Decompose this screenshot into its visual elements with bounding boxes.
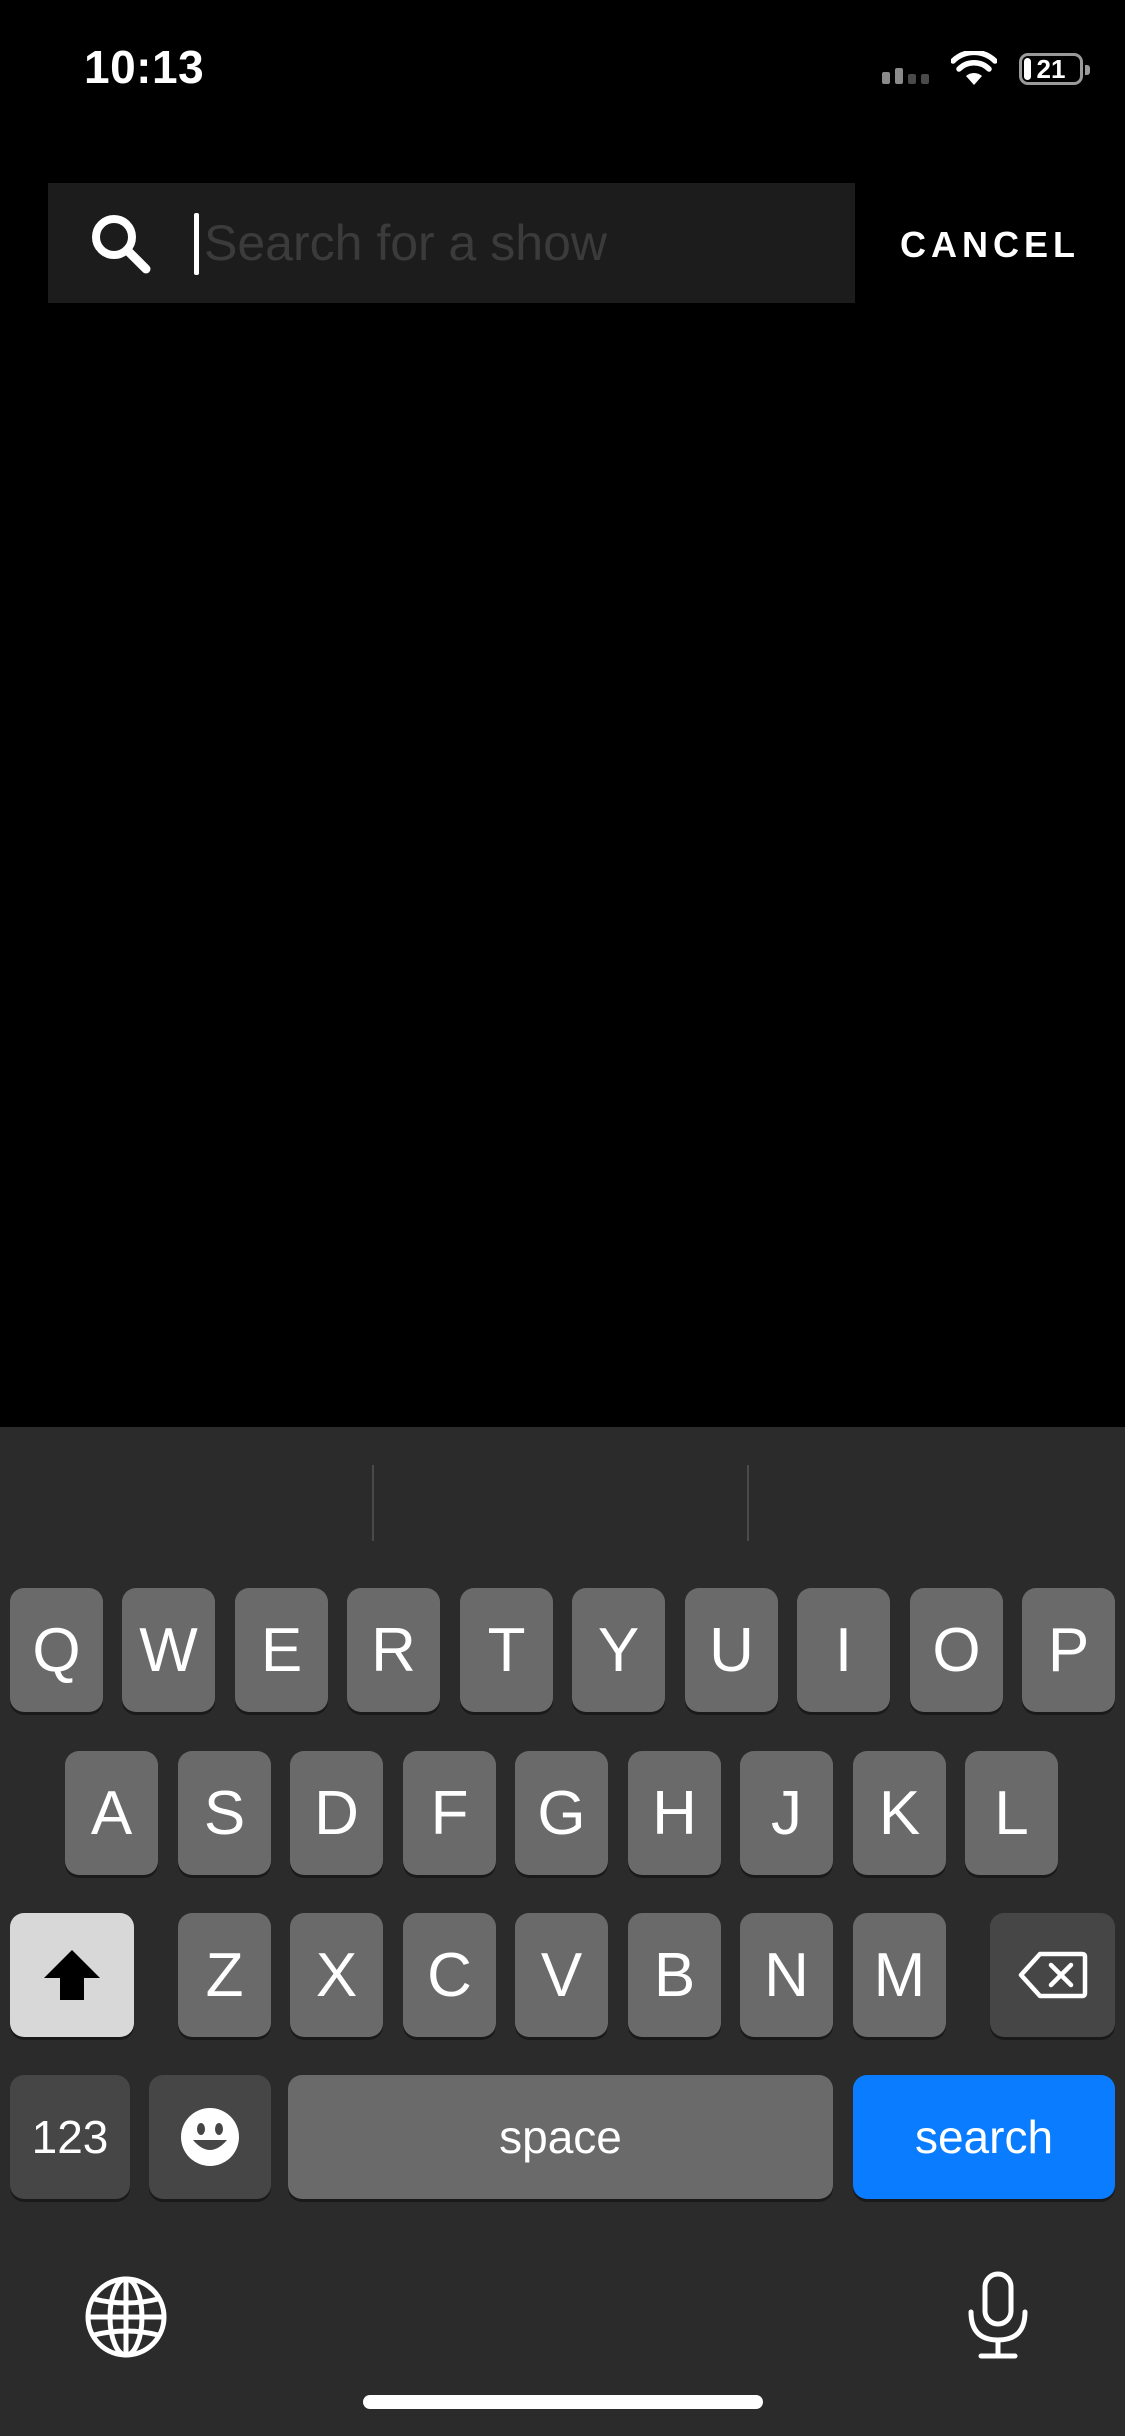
key-e[interactable]: E (235, 1588, 328, 1712)
status-bar: 10:13 21 (0, 0, 1125, 140)
emoji-icon (181, 2108, 239, 2166)
search-input[interactable] (198, 203, 824, 283)
suggestion-divider (747, 1465, 749, 1541)
key-x[interactable]: X (290, 1913, 383, 2037)
space-key[interactable]: space (288, 2075, 833, 2199)
emoji-key[interactable] (149, 2075, 271, 2199)
cancel-button[interactable]: CANCEL (900, 215, 1080, 275)
search-key[interactable]: search (853, 2075, 1115, 2199)
key-b[interactable]: B (628, 1913, 721, 2037)
battery-icon: 21 (1019, 53, 1090, 85)
microphone-icon[interactable] (965, 2270, 1031, 2362)
key-j[interactable]: J (740, 1751, 833, 1875)
globe-icon[interactable] (84, 2275, 168, 2359)
search-icon (92, 215, 151, 274)
key-d[interactable]: D (290, 1751, 383, 1875)
key-q[interactable]: Q (10, 1588, 103, 1712)
home-indicator[interactable] (363, 2395, 763, 2409)
status-time: 10:13 (84, 41, 205, 93)
search-bar[interactable] (48, 183, 855, 303)
key-h[interactable]: H (628, 1751, 721, 1875)
battery-level: 21 (1036, 53, 1066, 84)
key-p[interactable]: P (1022, 1588, 1115, 1712)
key-u[interactable]: U (685, 1588, 778, 1712)
key-l[interactable]: L (965, 1751, 1058, 1875)
key-i[interactable]: I (797, 1588, 890, 1712)
key-o[interactable]: O (910, 1588, 1003, 1712)
key-y[interactable]: Y (572, 1588, 665, 1712)
delete-icon (1018, 1951, 1087, 1999)
key-v[interactable]: V (515, 1913, 608, 2037)
wifi-icon (951, 51, 997, 85)
key-g[interactable]: G (515, 1751, 608, 1875)
key-f[interactable]: F (403, 1751, 496, 1875)
key-c[interactable]: C (403, 1913, 496, 2037)
numbers-key[interactable]: 123 (10, 2075, 130, 2199)
cellular-signal-icon (882, 54, 929, 84)
key-m[interactable]: M (853, 1913, 946, 2037)
key-n[interactable]: N (740, 1913, 833, 2037)
delete-key[interactable] (990, 1913, 1115, 2037)
shift-key[interactable] (10, 1913, 134, 2037)
key-w[interactable]: W (122, 1588, 215, 1712)
suggestion-divider (372, 1465, 374, 1541)
key-z[interactable]: Z (178, 1913, 271, 2037)
key-s[interactable]: S (178, 1751, 271, 1875)
keyboard: Q W E R T Y U I O P A S D F G H J K L Z … (0, 1427, 1125, 2436)
status-icons: 21 (882, 46, 1090, 92)
key-a[interactable]: A (65, 1751, 158, 1875)
key-k[interactable]: K (853, 1751, 946, 1875)
shift-icon (44, 1950, 100, 2000)
key-r[interactable]: R (347, 1588, 440, 1712)
key-t[interactable]: T (460, 1588, 553, 1712)
